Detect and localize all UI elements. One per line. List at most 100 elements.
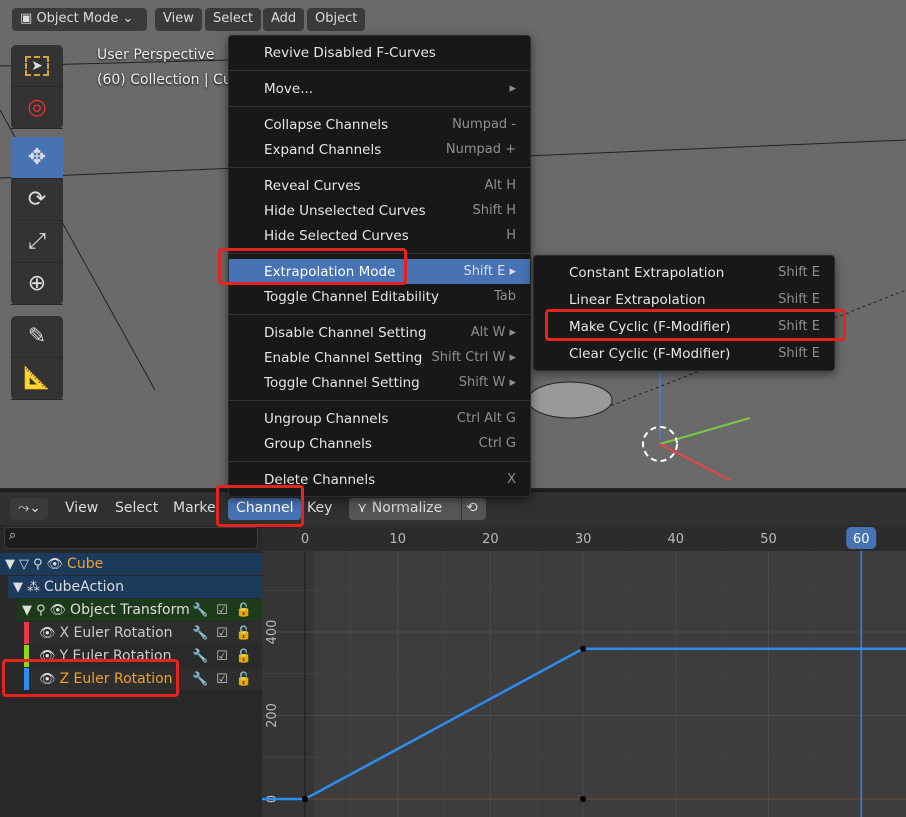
auto-normalize-button[interactable]: ⟲ — [462, 498, 486, 520]
menu-item-label: Group Channels — [264, 435, 372, 452]
menu-item-enable-channel-setting[interactable]: Enable Channel Setting Shift Ctrl W ▸ — [229, 345, 530, 370]
checkbox-icon[interactable]: ☑ — [216, 626, 228, 641]
mode-select[interactable]: ▣ Object Mode ⌄ — [12, 8, 147, 31]
scale-tool[interactable]: ⤢ — [11, 221, 63, 263]
menu-item-shortcut: Shift E ▸ — [463, 264, 516, 279]
group-controls: 🔧 ☑ 🔓 — [192, 603, 252, 618]
editor-type-select[interactable]: ⤳⌄ — [10, 498, 48, 520]
menu-item-reveal-curves[interactable]: Reveal Curves Alt H — [229, 173, 530, 198]
menu-item-label: Toggle Channel Setting — [264, 374, 420, 391]
lock-icon[interactable]: 🔓 — [236, 649, 252, 664]
graph-menu-view[interactable]: View — [57, 498, 106, 520]
pre-range-shade — [262, 551, 314, 817]
menu-item-label: Constant Extrapolation — [569, 264, 725, 281]
menu-item-toggle-channel-setting[interactable]: Toggle Channel Setting Shift W ▸ — [229, 370, 530, 395]
menu-item-label: Ungroup Channels — [264, 410, 389, 427]
transform-icon: ⊕ — [27, 271, 47, 296]
viewport-menu-select[interactable]: Select — [205, 8, 262, 31]
move-icon: ✥ — [27, 145, 47, 170]
menu-item-revive-disabled-f-curves[interactable]: Revive Disabled F-Curves — [229, 40, 530, 65]
chevron-down-icon: ⌄ — [122, 11, 134, 26]
graph-editor-icon: ⤳⌄ — [18, 500, 41, 516]
pencil-icon: ✎ — [27, 324, 47, 349]
viewport-menu-view[interactable]: View — [155, 8, 202, 31]
lock-icon[interactable]: 🔓 — [236, 672, 252, 687]
menu-item-shortcut: Numpad + — [445, 142, 516, 157]
menu-item-hide-selected-curves[interactable]: Hide Selected Curves H — [229, 223, 530, 248]
highlight-extrapolation — [218, 248, 407, 285]
normalize-toggle[interactable]: ⋎ Normalize — [349, 498, 461, 520]
eye-icon: 👁 — [39, 625, 56, 641]
lock-icon[interactable]: 🔓 — [236, 603, 252, 618]
rotate-tool[interactable]: ⟳ — [11, 179, 63, 221]
menu-item-toggle-channel-editability[interactable]: Toggle Channel Editability Tab — [229, 284, 530, 309]
menu-item-shortcut: Numpad - — [452, 117, 516, 132]
transform-tool[interactable]: ⊕ — [11, 263, 63, 305]
search-icon: ⌕ — [9, 528, 17, 543]
lock-icon[interactable]: 🔓 — [236, 626, 252, 641]
channel-action[interactable]: ▼ ⁂ CubeAction — [8, 576, 262, 598]
graph-area[interactable]: 0 10 20 30 40 50020040060 — [262, 525, 906, 817]
menu-item-disable-channel-setting[interactable]: Disable Channel Setting Alt W ▸ — [229, 320, 530, 345]
checkbox-icon[interactable]: ☑ — [216, 672, 228, 687]
menu-item-group-channels[interactable]: Group Channels Ctrl G — [229, 431, 530, 456]
wrench-icon[interactable]: 🔧 — [192, 626, 208, 641]
menu-item-label: Linear Extrapolation — [569, 291, 706, 308]
keyframe-summary-point — [580, 796, 587, 802]
ruler-icon: 📐 — [23, 366, 51, 391]
submenu-item-constant-extrapolation[interactable]: Constant Extrapolation Shift E — [534, 259, 834, 286]
channel-group[interactable]: ▼ ⚲ 👁 Object Transform 🔧 ☑ 🔓 — [17, 599, 262, 621]
graph-menu-select[interactable]: Select — [107, 498, 166, 520]
submenu-item-clear-cyclic-f-modifier[interactable]: Clear Cyclic (F-Modifier) Shift E — [534, 340, 834, 367]
wrench-icon[interactable]: 🔧 — [192, 603, 208, 618]
menu-item-label: Disable Channel Setting — [264, 324, 427, 341]
menu-item-shortcut: Shift W ▸ — [458, 375, 516, 390]
menu-item-move[interactable]: Move... ▸ — [229, 76, 530, 101]
menu-item-expand-channels[interactable]: Expand Channels Numpad + — [229, 137, 530, 162]
viewport-menu-object[interactable]: Object — [307, 8, 366, 31]
scale-icon: ⤢ — [28, 229, 46, 254]
curve-controls: 🔧 ☑ 🔓 — [192, 626, 252, 641]
pin-icon: ⚲ — [36, 602, 46, 618]
checkbox-icon[interactable]: ☑ — [216, 603, 228, 618]
annotate-tool[interactable]: ✎ — [11, 316, 63, 358]
expand-icon: ▼ — [5, 556, 15, 572]
menu-item-hide-unselected-curves[interactable]: Hide Unselected Curves Shift H — [229, 198, 530, 223]
wrench-icon[interactable]: 🔧 — [192, 649, 208, 664]
action-label: CubeAction — [44, 579, 124, 595]
menu-item-shortcut: Tab — [493, 289, 516, 304]
measure-tool[interactable]: 📐 — [11, 358, 63, 400]
refresh-icon: ⟲ — [466, 500, 478, 516]
collection-label: (60) Collection | Cube — [97, 72, 250, 88]
menu-item-ungroup-channels[interactable]: Ungroup Channels Ctrl Alt G — [229, 406, 530, 431]
highlight-channel-menu — [216, 485, 304, 527]
menu-separator — [229, 400, 530, 401]
menu-item-shortcut: Shift E — [778, 346, 820, 361]
cursor-tool[interactable]: ◎ — [11, 87, 63, 129]
viewport-menu-add[interactable]: Add — [263, 8, 305, 31]
menu-item-shortcut: X — [507, 472, 516, 487]
graph-menu-key[interactable]: Key — [299, 498, 340, 520]
checkbox-icon[interactable]: ☑ — [216, 649, 228, 664]
group-label: Object Transform — [70, 602, 190, 618]
graph-menu-marker[interactable]: Marker — [165, 498, 217, 520]
menu-item-collapse-channels[interactable]: Collapse Channels Numpad - — [229, 112, 530, 137]
expand-icon: ▼ — [13, 579, 23, 595]
menu-item-label: Revive Disabled F-Curves — [264, 44, 436, 61]
menu-item-label: Hide Unselected Curves — [264, 202, 426, 219]
menu-separator — [229, 167, 530, 168]
select-box-tool[interactable]: ➤ — [11, 45, 63, 87]
channel-x-rotation[interactable]: 👁 X Euler Rotation 🔧 ☑ 🔓 — [24, 622, 262, 644]
wrench-icon[interactable]: 🔧 — [192, 672, 208, 687]
menu-item-label: Enable Channel Setting — [264, 349, 423, 366]
menu-item-shortcut: H — [506, 228, 516, 243]
menu-item-shortcut: Shift E — [778, 265, 820, 280]
channel-search-input[interactable]: ⌕ — [4, 527, 258, 549]
menu-item-shortcut: Shift E — [778, 292, 820, 307]
keyframe-summary-point — [302, 796, 308, 802]
menu-item-shortcut: Ctrl G — [478, 436, 516, 451]
channel-object-cube[interactable]: ▼ ▽ ⚲ 👁 Cube — [0, 553, 262, 575]
x-tick-label: 50 — [760, 532, 777, 547]
move-tool[interactable]: ✥ — [11, 137, 63, 179]
graph-background — [262, 525, 906, 817]
